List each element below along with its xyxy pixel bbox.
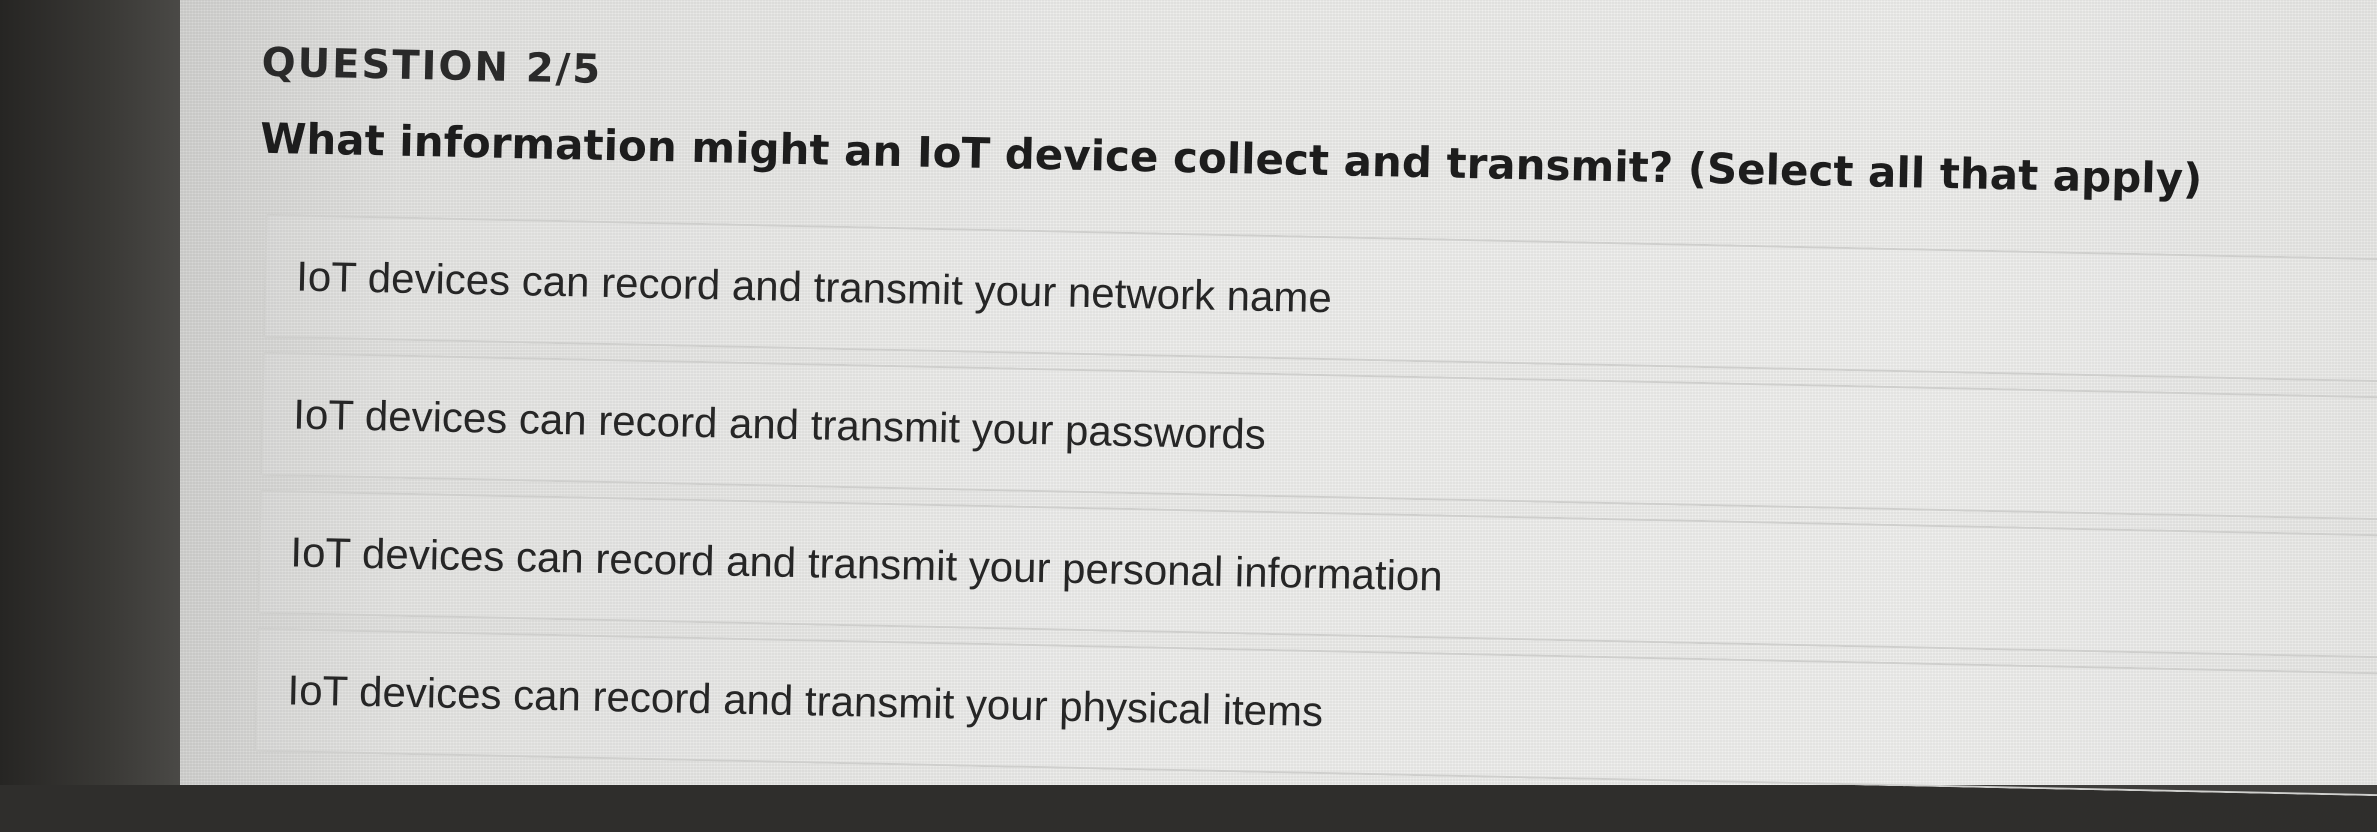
answer-options: IoT devices can record and transmit your… <box>254 213 2377 811</box>
answer-label: IoT devices can record and transmit your… <box>295 252 1333 322</box>
quiz-screen: QUESTION 2/5 What information might an I… <box>180 0 2377 797</box>
answer-label: IoT devices can record and transmit your… <box>287 666 1324 736</box>
answer-option-network-name[interactable]: IoT devices can record and transmit your… <box>262 213 2377 383</box>
answer-option-physical-items[interactable]: IoT devices can record and transmit your… <box>254 627 2377 797</box>
answer-label: IoT devices can record and transmit your… <box>292 390 1267 458</box>
quiz-content: QUESTION 2/5 What information might an I… <box>164 0 2377 831</box>
answer-option-passwords[interactable]: IoT devices can record and transmit your… <box>260 351 2377 521</box>
monitor-bezel <box>0 0 180 785</box>
question-number: QUESTION 2/5 <box>261 39 603 93</box>
answer-label: IoT devices can record and transmit your… <box>289 528 1444 600</box>
answer-option-personal-information[interactable]: IoT devices can record and transmit your… <box>257 489 2377 659</box>
question-text: What information might an IoT device col… <box>259 113 2203 204</box>
